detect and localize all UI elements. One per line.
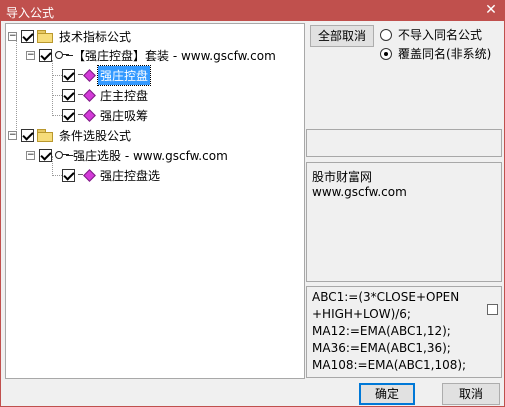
code-option-checkbox[interactable] (487, 304, 498, 315)
code-line: MA108:=EMA(ABC1,108); (312, 358, 467, 372)
formula-icon (78, 69, 96, 81)
formula-code-panel[interactable]: ABC1:=(3*CLOSE+OPEN +HIGH+LOW)/6; MA12:=… (306, 286, 502, 378)
tree-node-label: 强庄控盘选 (100, 168, 161, 183)
tree-node-label: 条件选股公式 (59, 128, 132, 143)
code-line: +HIGH+LOW)/6; (312, 307, 411, 321)
tree-node-formula[interactable]: 庄主控盘 (62, 86, 150, 104)
tree-node-suite[interactable]: − 强庄选股 - www.gscfw.com (26, 146, 230, 164)
tree-node-label: 【强庄控盘】套装 - www.gscfw.com (73, 48, 276, 63)
radio-button[interactable] (380, 28, 392, 41)
checkbox-checked[interactable] (39, 148, 52, 162)
checkbox-checked[interactable] (62, 168, 75, 182)
tree-node-tech-indicators[interactable]: − 技术指标公式 (8, 27, 133, 45)
checkbox-checked[interactable] (39, 48, 52, 62)
collapse-icon[interactable]: − (26, 50, 35, 60)
ok-button[interactable]: 确定 (359, 383, 415, 405)
code-line: MA12:=EMA(ABC1,12); (312, 324, 451, 338)
import-formula-dialog: 导入公式 ✕ − 技术指标公式 − 【强庄控盘】套装 - www.gscfw.c… (0, 0, 505, 407)
checkbox-checked[interactable] (21, 128, 34, 142)
option-no-import-same-name[interactable]: 不导入同名公式 (380, 26, 482, 43)
tree-node-label: 庄主控盘 (100, 88, 149, 103)
formula-icon (78, 89, 96, 101)
code-line: MA36:=EMA(ABC1,36); (312, 341, 451, 355)
collapse-icon[interactable]: − (26, 150, 35, 160)
collapse-icon[interactable]: − (8, 31, 17, 41)
formula-icon (78, 109, 96, 121)
checkbox-checked[interactable] (21, 29, 34, 43)
radio-button-selected[interactable] (380, 47, 392, 60)
option-label: 覆盖同名(非系统) (398, 47, 492, 61)
cancel-all-button[interactable]: 全部取消 (310, 25, 374, 47)
tree-connector (52, 60, 53, 116)
folder-icon (37, 129, 53, 142)
tree-node-stock-screening[interactable]: − 条件选股公式 (8, 126, 133, 144)
cancel-button[interactable]: 取消 (442, 383, 500, 405)
title-bar[interactable]: 导入公式 ✕ (1, 1, 504, 21)
dialog-title: 导入公式 (6, 6, 55, 20)
checkbox-checked[interactable] (62, 68, 75, 82)
tree-node-label: 强庄选股 - www.gscfw.com (73, 148, 228, 163)
tree-node-suite[interactable]: − 【强庄控盘】套装 - www.gscfw.com (26, 46, 278, 64)
description-line: 股市财富网 (312, 170, 373, 184)
key-icon (55, 150, 69, 160)
tree-node-label: 强庄吸筹 (100, 108, 149, 123)
formula-tree[interactable]: − 技术指标公式 − 【强庄控盘】套装 - www.gscfw.com 强庄控盘… (5, 23, 305, 379)
formula-icon (78, 169, 96, 181)
tree-connector (16, 41, 17, 138)
tree-node-formula[interactable]: 强庄控盘 (62, 64, 152, 86)
description-panel: 股市财富网 www.gscfw.com (306, 162, 502, 282)
close-icon[interactable]: ✕ (484, 2, 498, 18)
checkbox-checked[interactable] (62, 88, 75, 102)
description-line: www.gscfw.com (312, 185, 407, 199)
code-line: ABC1:=(3*CLOSE+OPEN (312, 290, 460, 304)
checkbox-checked[interactable] (62, 108, 75, 122)
option-overwrite-same-name[interactable]: 覆盖同名(非系统) (380, 45, 491, 62)
tree-node-formula[interactable]: 强庄吸筹 (62, 106, 150, 124)
tree-node-label: 技术指标公式 (59, 29, 132, 44)
option-label: 不导入同名公式 (398, 28, 483, 42)
tree-node-formula[interactable]: 强庄控盘选 (62, 166, 162, 184)
tree-node-label: 强庄控盘 (96, 64, 152, 86)
key-icon (55, 50, 69, 60)
empty-panel (306, 129, 502, 157)
folder-icon (37, 30, 53, 43)
collapse-icon[interactable]: − (8, 130, 17, 140)
